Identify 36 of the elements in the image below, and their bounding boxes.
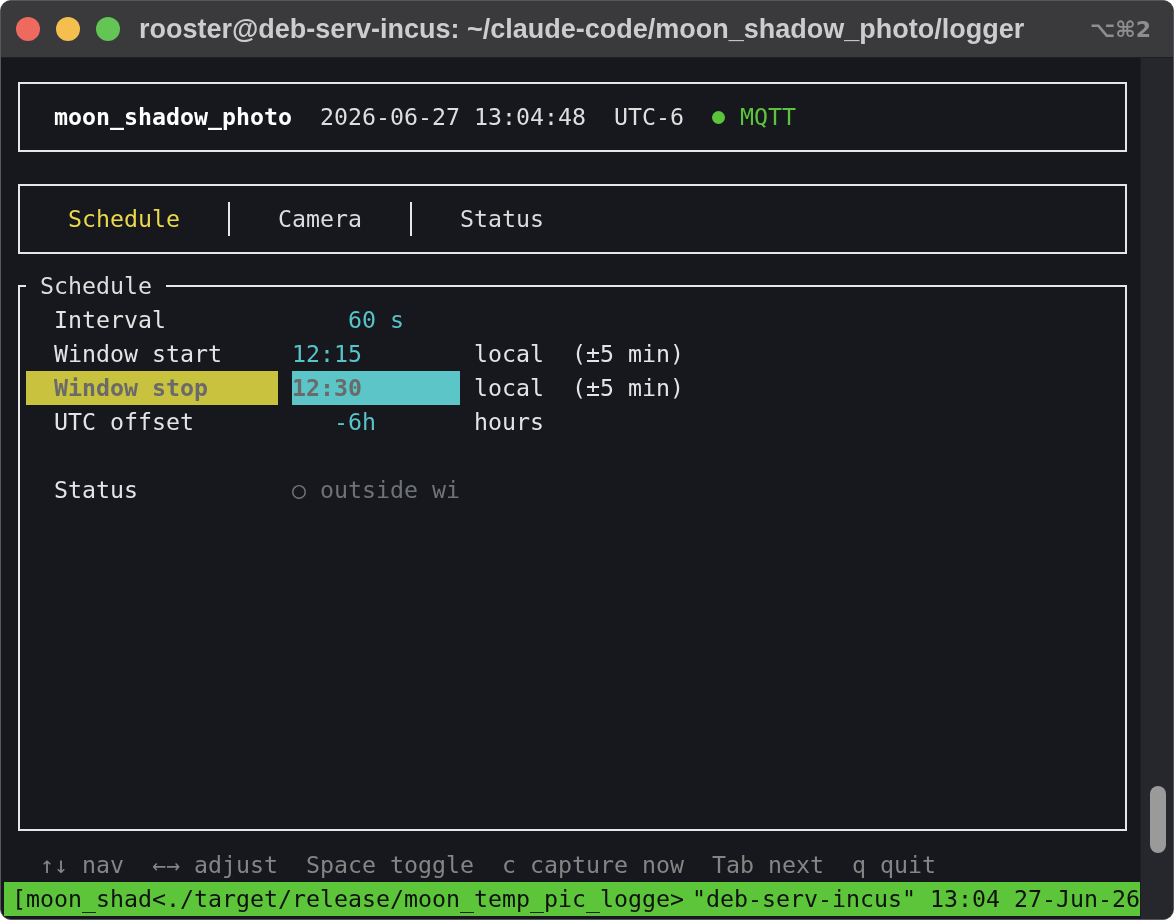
datetime-label: 2026-06-27 13:04:48 bbox=[319, 102, 586, 132]
app-name: moon_shadow_photo bbox=[54, 102, 292, 132]
window-title: rooster@deb-serv-incus: ~/claude-code/moon_shadow_photo/logger bbox=[139, 13, 1025, 45]
tolerance-note: (±5 min) bbox=[572, 373, 684, 403]
key-hint: Space toggle bbox=[306, 850, 474, 880]
scrollbar-track[interactable] bbox=[1140, 58, 1173, 919]
tab[interactable]: Schedule bbox=[68, 202, 180, 236]
setting-label[interactable]: Interval bbox=[54, 303, 166, 337]
status-bar-left-text: [moon_shad<./target/release/moon_temp_pic_logge> bbox=[12, 884, 684, 915]
panel-title: Schedule bbox=[40, 271, 152, 301]
scrollbar-thumb[interactable] bbox=[1150, 786, 1166, 853]
setting-label[interactable]: Window start bbox=[54, 337, 222, 371]
key-hint: Tab next bbox=[711, 850, 824, 880]
close-button[interactable] bbox=[16, 17, 40, 41]
key-hint: ↑↓ nav bbox=[40, 850, 124, 880]
zoom-button[interactable] bbox=[96, 17, 120, 41]
tab[interactable]: Camera bbox=[278, 202, 362, 236]
key-hint: q quit bbox=[851, 850, 936, 880]
shortcut-label: ⌥⌘2 bbox=[1089, 16, 1151, 42]
unit-label: local bbox=[474, 339, 544, 369]
key-hint: c capture now bbox=[501, 850, 684, 880]
unit-label: hours bbox=[474, 407, 544, 437]
status-label: Status bbox=[54, 475, 138, 505]
minimize-button[interactable] bbox=[56, 17, 80, 41]
setting-value[interactable]: 60 s bbox=[348, 303, 404, 337]
setting-value[interactable]: 12:15 bbox=[292, 337, 362, 371]
setting-value[interactable]: -6h bbox=[334, 405, 376, 439]
timezone-label: UTC-6 bbox=[613, 102, 684, 132]
setting-label[interactable]: UTC offset bbox=[54, 405, 194, 439]
status-bar-right-text: "deb-serv-incus" 13:04 27-Jun-26 bbox=[692, 884, 1140, 914]
unit-label: local bbox=[474, 373, 544, 403]
connection-label: MQTT bbox=[739, 102, 796, 132]
key-hint: ←→ adjust bbox=[152, 850, 278, 880]
tab[interactable]: Status bbox=[460, 202, 544, 236]
status-value: ○ outside wi bbox=[292, 475, 460, 505]
tolerance-note: (±5 min) bbox=[572, 339, 684, 369]
